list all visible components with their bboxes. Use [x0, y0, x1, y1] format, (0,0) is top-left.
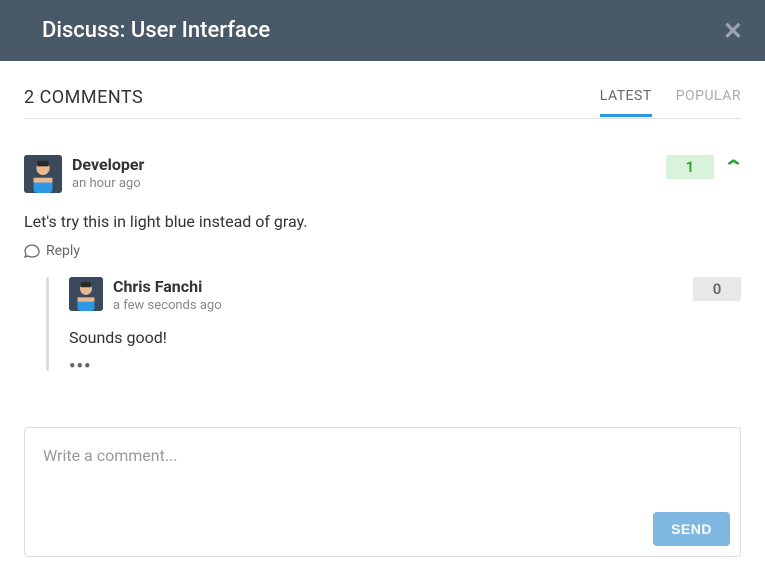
- comment-header: Chris Fanchi a few seconds ago 0: [69, 277, 741, 313]
- modal-title: Discuss: User Interface: [42, 18, 270, 43]
- comment-header: Developer an hour ago 1 ⌃: [24, 155, 741, 193]
- comment-reply: Chris Fanchi a few seconds ago 0 Sounds …: [46, 277, 741, 370]
- comment-body: Sounds good!: [69, 327, 741, 349]
- tab-latest[interactable]: LATEST: [600, 88, 652, 117]
- more-icon[interactable]: •••: [69, 362, 741, 371]
- close-icon[interactable]: ✕: [723, 19, 743, 43]
- modal-header: Discuss: User Interface ✕: [0, 0, 765, 61]
- reply-button[interactable]: Reply: [24, 243, 741, 259]
- comment-timestamp: a few seconds ago: [113, 298, 683, 313]
- comment: Developer an hour ago 1 ⌃ Let's try this…: [24, 155, 741, 371]
- comments-count: 2 COMMENTS: [24, 87, 143, 118]
- avatar: [69, 277, 103, 311]
- vote-controls: 1 ⌃: [666, 155, 741, 179]
- upvote-icon[interactable]: ⌃: [723, 157, 744, 178]
- vote-controls: 0: [693, 277, 741, 301]
- vote-score: 0: [693, 277, 741, 301]
- avatar-icon: [69, 277, 103, 311]
- comment-composer: SEND: [24, 427, 741, 557]
- reply-icon: [24, 244, 40, 258]
- avatar-icon: [24, 155, 62, 193]
- tabs-row: 2 COMMENTS LATEST POPULAR: [24, 87, 741, 119]
- comment-input[interactable]: [43, 446, 722, 484]
- comment-meta: Developer an hour ago: [72, 155, 656, 191]
- avatar: [24, 155, 62, 193]
- comment-meta: Chris Fanchi a few seconds ago: [113, 277, 683, 313]
- comment-author: Developer: [72, 155, 656, 174]
- tabs: LATEST POPULAR: [600, 88, 741, 117]
- reply-label: Reply: [46, 243, 80, 259]
- comment-body: Let's try this in light blue instead of …: [24, 211, 741, 233]
- tab-popular[interactable]: POPULAR: [676, 88, 741, 117]
- comment-timestamp: an hour ago: [72, 176, 656, 191]
- comment-author: Chris Fanchi: [113, 277, 683, 296]
- vote-score: 1: [666, 155, 714, 179]
- send-button[interactable]: SEND: [653, 512, 730, 546]
- modal-content: 2 COMMENTS LATEST POPULAR Developer an h…: [0, 61, 765, 577]
